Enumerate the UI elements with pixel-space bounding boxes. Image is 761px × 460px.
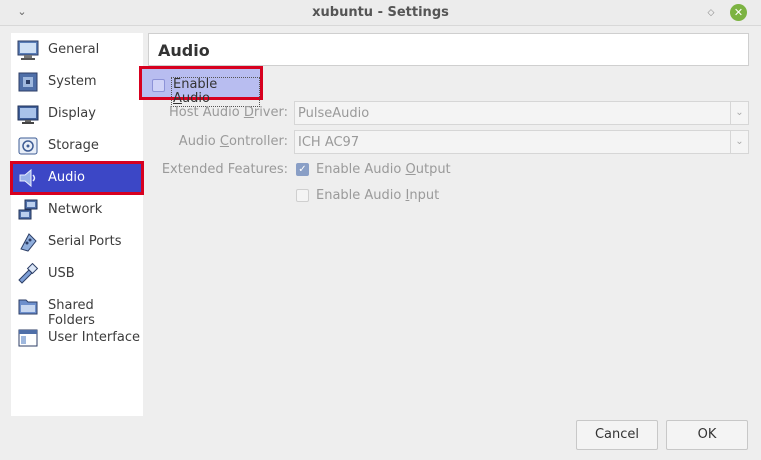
audio-controller-value: ICH AC97 bbox=[298, 135, 360, 150]
close-icon[interactable]: ✕ bbox=[730, 4, 747, 21]
sidebar-item-label: Display bbox=[48, 106, 96, 121]
host-audio-driver-label: Host Audio Driver: bbox=[169, 105, 288, 120]
storage-icon bbox=[17, 135, 39, 157]
audio-controller-select[interactable]: ICH AC97 ⌄ bbox=[294, 130, 749, 154]
shared-folders-icon bbox=[17, 295, 39, 317]
restore-icon[interactable]: ◇ bbox=[704, 6, 718, 20]
display-icon bbox=[17, 103, 39, 125]
sidebar-item-audio[interactable]: Audio bbox=[10, 161, 144, 195]
chevron-down-icon[interactable]: ⌄ bbox=[730, 102, 748, 124]
enable-audio-checkbox[interactable]: Enable Audio bbox=[139, 66, 263, 107]
enable-audio-input-box[interactable] bbox=[296, 189, 309, 202]
sidebar-item-label: General bbox=[48, 42, 100, 57]
sidebar-item-label: Audio bbox=[48, 170, 85, 185]
ok-button[interactable]: OK bbox=[666, 420, 748, 450]
enable-audio-input-checkbox[interactable]: Enable Audio Input bbox=[296, 188, 496, 206]
chevron-down-icon[interactable]: ⌄ bbox=[730, 131, 748, 153]
network-icon bbox=[17, 199, 39, 221]
sidebar-item-label: Network bbox=[48, 202, 103, 217]
sidebar-item-label: User Interface bbox=[48, 330, 140, 345]
sidebar-item-display[interactable]: Display bbox=[11, 98, 143, 130]
enable-audio-output-checkbox[interactable]: ✓ Enable Audio Output bbox=[296, 162, 496, 180]
audio-controller-label: Audio Controller: bbox=[178, 134, 288, 149]
settings-sidebar: General System Display Storage Audio Net… bbox=[10, 33, 144, 416]
sidebar-item-usb[interactable]: USB bbox=[11, 258, 143, 290]
checkmark-icon[interactable]: ✓ bbox=[296, 163, 309, 176]
sidebar-item-storage[interactable]: Storage bbox=[11, 130, 143, 162]
enable-audio-input-label: Enable Audio Input bbox=[316, 188, 440, 203]
enable-audio-label[interactable]: Enable Audio bbox=[171, 77, 260, 107]
general-icon bbox=[17, 39, 39, 61]
extended-features-label: Extended Features: bbox=[161, 162, 288, 177]
sidebar-item-label: Storage bbox=[48, 138, 99, 153]
sidebar-item-label: Serial Ports bbox=[48, 234, 122, 249]
page-title: Audio bbox=[158, 41, 210, 60]
sidebar-item-label: System bbox=[48, 74, 97, 89]
sidebar-item-network[interactable]: Network bbox=[11, 194, 143, 226]
window-title: xubuntu - Settings bbox=[312, 5, 449, 20]
audio-icon bbox=[17, 167, 39, 189]
cancel-button[interactable]: Cancel bbox=[576, 420, 658, 450]
sidebar-item-user-interface[interactable]: User Interface bbox=[11, 322, 143, 354]
host-audio-driver-value: PulseAudio bbox=[298, 106, 370, 121]
host-audio-driver-select[interactable]: PulseAudio ⌄ bbox=[294, 101, 749, 125]
usb-icon bbox=[17, 262, 39, 285]
sidebar-item-label: USB bbox=[48, 266, 75, 281]
enable-audio-checkbox-box[interactable] bbox=[152, 79, 165, 92]
sidebar-item-system[interactable]: System bbox=[11, 66, 143, 98]
sidebar-item-shared-folders[interactable]: Shared Folders bbox=[11, 290, 143, 328]
page-header: Audio bbox=[148, 33, 749, 66]
sidebar-item-general[interactable]: General bbox=[11, 34, 143, 66]
serial-ports-icon bbox=[17, 231, 39, 253]
title-bar: ⌄ xubuntu - Settings ◇ ✕ bbox=[0, 0, 761, 26]
sidebar-item-serial-ports[interactable]: Serial Ports bbox=[11, 226, 143, 258]
enable-audio-output-label: Enable Audio Output bbox=[316, 162, 451, 177]
system-icon bbox=[17, 71, 39, 93]
user-interface-icon bbox=[17, 327, 39, 349]
